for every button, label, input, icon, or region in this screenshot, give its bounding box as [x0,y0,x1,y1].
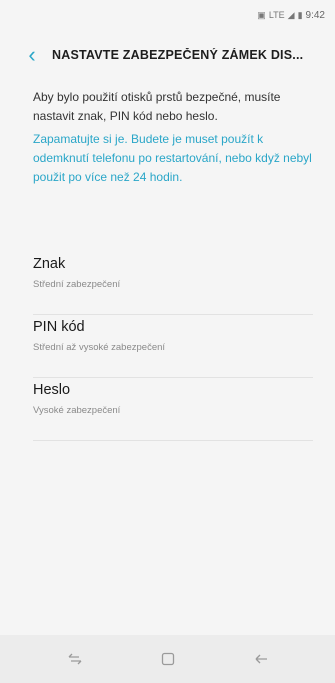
recent-apps-button[interactable] [53,641,97,677]
back-button[interactable]: ‹ [18,41,46,69]
option-subtitle: Vysoké zabezpečení [33,405,121,416]
description-section: Aby bylo použití otisků prstů bezpečné, … [33,88,313,187]
description-text: Aby bylo použití otisků prstů bezpečné, … [33,90,281,123]
title-bar: ‹ NASTAVTE ZABEZPEČENÝ ZÁMEK DIS... [0,38,335,72]
lock-options-list: Znak Střední zabezpečení PIN kód Střední… [33,252,313,441]
option-subtitle: Střední zabezpečení [33,279,121,290]
page-title: NASTAVTE ZABEZPEČENÝ ZÁMEK DIS... [52,48,304,62]
option-title: Heslo [33,382,71,398]
recent-apps-icon [68,653,81,665]
chevron-left-icon: ‹ [28,42,36,67]
warning-note: Zapamatujte si je. Budete je muset použí… [33,132,312,184]
nav-back-button[interactable] [239,641,283,677]
signal-icon: ◢ [287,9,295,20]
option-subtitle: Střední až vysoké zabezpečení [33,342,166,353]
nfc-icon: ▣ [257,9,266,20]
home-icon [161,652,174,666]
option-pin[interactable]: PIN kód Střední až vysoké zabezpečení [33,315,313,378]
option-title: Znak [33,256,66,272]
home-button[interactable] [146,641,190,677]
lte-icon: LTE [268,10,285,20]
option-title: PIN kód [33,319,85,335]
navigation-bar [0,635,335,683]
option-pattern[interactable]: Znak Střední zabezpečení [33,252,313,315]
option-password[interactable]: Heslo Vysoké zabezpečení [33,378,313,441]
status-bar: ▣ LTE ◢ ▮ 9:42 [0,0,335,30]
status-time: 9:42 [305,9,325,21]
battery-icon: ▮ [297,9,303,20]
back-arrow-icon [255,654,267,664]
